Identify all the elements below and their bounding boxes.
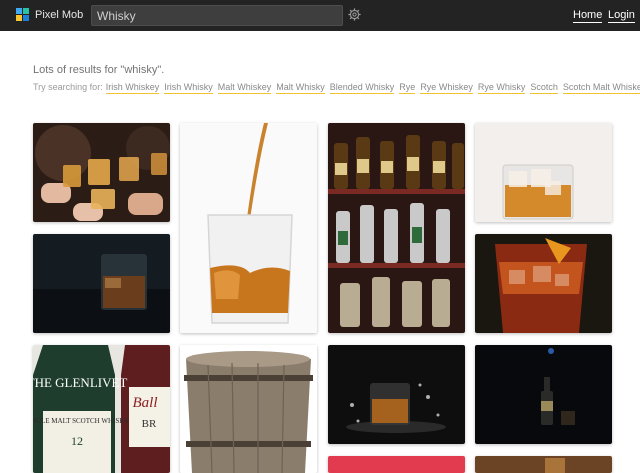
pixel-mob-logo-icon[interactable] [16, 8, 30, 22]
nav-home-link[interactable]: Home [573, 8, 603, 23]
photo-card[interactable] [475, 456, 612, 473]
ballantines-sub-text: BR [142, 418, 157, 430]
glenlivet-age-text: 12 [71, 434, 83, 448]
search-suggestions: Try searching for: Irish Whiskey Irish W… [33, 82, 640, 94]
suggestion-link[interactable]: Malt Whiskey [217, 82, 272, 94]
nav-login-link[interactable]: Login [608, 8, 635, 23]
gear-icon[interactable] [348, 8, 361, 21]
photo-card[interactable] [180, 345, 317, 473]
suggestion-link[interactable]: Blended Whisky [329, 82, 395, 94]
photo-card[interactable] [475, 123, 612, 222]
photo-card[interactable] [33, 234, 170, 333]
photo-card[interactable]: THE GLENLIVET SINGLE MALT SCOTCH WHISKY … [33, 345, 170, 473]
photo-card[interactable] [33, 123, 170, 222]
glenlivet-sub-text: SINGLE MALT SCOTCH WHISKY [33, 417, 129, 425]
photo-card[interactable] [180, 123, 317, 333]
suggestion-link[interactable]: Scotch Malt Whiskey [562, 82, 640, 94]
ballantines-mark-text: Ball [133, 395, 158, 411]
photo-card[interactable] [328, 456, 465, 473]
suggestion-link[interactable]: Rye [399, 82, 416, 94]
top-navbar: Pixel Mob Home Login [0, 0, 640, 31]
suggestion-link[interactable]: Scotch [530, 82, 558, 94]
photo-card[interactable] [475, 345, 612, 444]
suggestions-label: Try searching for: [33, 82, 103, 92]
search-input[interactable] [91, 5, 343, 26]
suggestion-link[interactable]: Rye Whiskey [420, 82, 473, 94]
suggestion-link[interactable]: Irish Whiskey [105, 82, 160, 94]
suggestion-link[interactable]: Malt Whisky [276, 82, 325, 94]
photo-card[interactable] [328, 345, 465, 444]
photo-card[interactable] [475, 234, 612, 333]
brand-name[interactable]: Pixel Mob [35, 8, 83, 22]
suggestion-link[interactable]: Irish Whisky [164, 82, 213, 94]
results-title: Lots of results for "whisky". [33, 64, 165, 76]
glenlivet-brand-text: THE GLENLIVET [33, 375, 127, 390]
photo-card[interactable] [328, 123, 465, 333]
suggestion-link[interactable]: Rye Whisky [477, 82, 526, 94]
